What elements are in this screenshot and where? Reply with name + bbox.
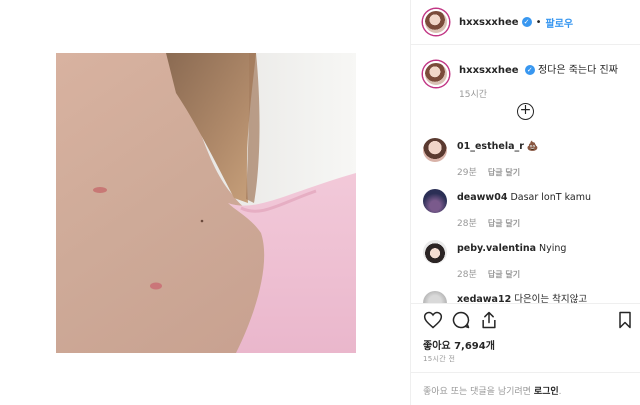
author-avatar[interactable] [423,9,449,35]
comment-text: 💩 [526,141,539,152]
reply-button[interactable]: 답글 달기 [488,168,520,177]
comment-username[interactable]: 01_esthela_r [457,141,524,152]
author-username[interactable]: hxxsxxhee [459,17,519,28]
comment-item: peby.valentina Nying 28분 답글 달기 [423,240,566,280]
post-timestamp: 15시간 전 [423,355,456,363]
comment-line: xedawa12 다은이는 착지않고 [457,291,587,303]
login-prompt-end: . [558,387,562,397]
likes-count[interactable]: 좋아요 7,694개 [423,337,495,352]
caption-time: 15시간 [459,90,488,100]
comment-item: xedawa12 다은이는 착지않고 [423,291,587,303]
comment-avatar[interactable] [423,189,447,213]
post-actions-bar [411,303,640,338]
post-caption: hxxsxxhee ✓ 정다은 죽는다 진짜 [423,61,618,87]
login-prompt: 좋아요 또는 댓글을 남기려면 로그인. [423,384,562,397]
reply-button[interactable]: 답글 달기 [488,219,520,228]
verified-badge-icon: ✓ [521,17,532,27]
comments-list[interactable]: hxxsxxhee ✓ 정다은 죽는다 진짜 15시간 + 01_esthela… [411,45,640,303]
login-prompt-bar: 좋아요 또는 댓글을 남기려면 로그인. [411,372,640,405]
share-icon[interactable] [479,310,499,330]
bookmark-icon[interactable] [615,310,635,330]
heart-icon[interactable] [423,310,443,330]
load-more-comments-icon[interactable]: + [517,103,534,120]
comment-text: Dasar lonT kamu [510,192,591,203]
comment-icon[interactable] [451,310,471,330]
header-separator: • [535,16,542,28]
login-prompt-text: 좋아요 또는 댓글을 남기려면 [423,387,534,397]
comment-avatar[interactable] [423,240,447,264]
caption-text-line: hxxsxxhee ✓ 정다은 죽는다 진짜 [459,61,618,87]
comment-username[interactable]: xedawa12 [457,294,511,303]
comment-item: deaww04 Dasar lonT kamu 28분 답글 달기 [423,189,591,229]
comment-line: 01_esthela_r 💩 [457,138,539,153]
comment-time: 28분 [457,219,477,229]
comment-username[interactable]: deaww04 [457,192,507,203]
comment-line: deaww04 Dasar lonT kamu [457,189,591,204]
comment-avatar[interactable] [423,138,447,162]
comment-time: 28분 [457,270,477,280]
comment-avatar[interactable] [423,291,447,303]
comment-time: 29분 [457,168,477,178]
post-media-area [0,0,410,405]
post-header: hxxsxxhee ✓ • 팔로우 [411,0,640,45]
comment-line: peby.valentina Nying [457,240,566,255]
follow-button[interactable]: 팔로우 [545,15,573,30]
reply-button[interactable]: 답글 달기 [488,270,520,279]
photo-image [56,53,356,353]
caption-text: 정다은 죽는다 진짜 [537,65,618,76]
caption-username[interactable]: hxxsxxhee [459,65,519,76]
caption-verified-icon: ✓ [524,65,535,75]
post-photo[interactable] [56,53,356,353]
login-link[interactable]: 로그인 [534,387,559,397]
comment-username[interactable]: peby.valentina [457,243,536,254]
comment-item: 01_esthela_r 💩 29분 답글 달기 [423,138,539,178]
comment-text: 다은이는 착지않고 [514,294,588,303]
post-side-panel: hxxsxxhee ✓ • 팔로우 hxxsxxhee ✓ 정다은 죽는다 진짜… [410,0,640,405]
caption-avatar[interactable] [423,61,449,87]
comment-text: Nying [539,243,567,254]
